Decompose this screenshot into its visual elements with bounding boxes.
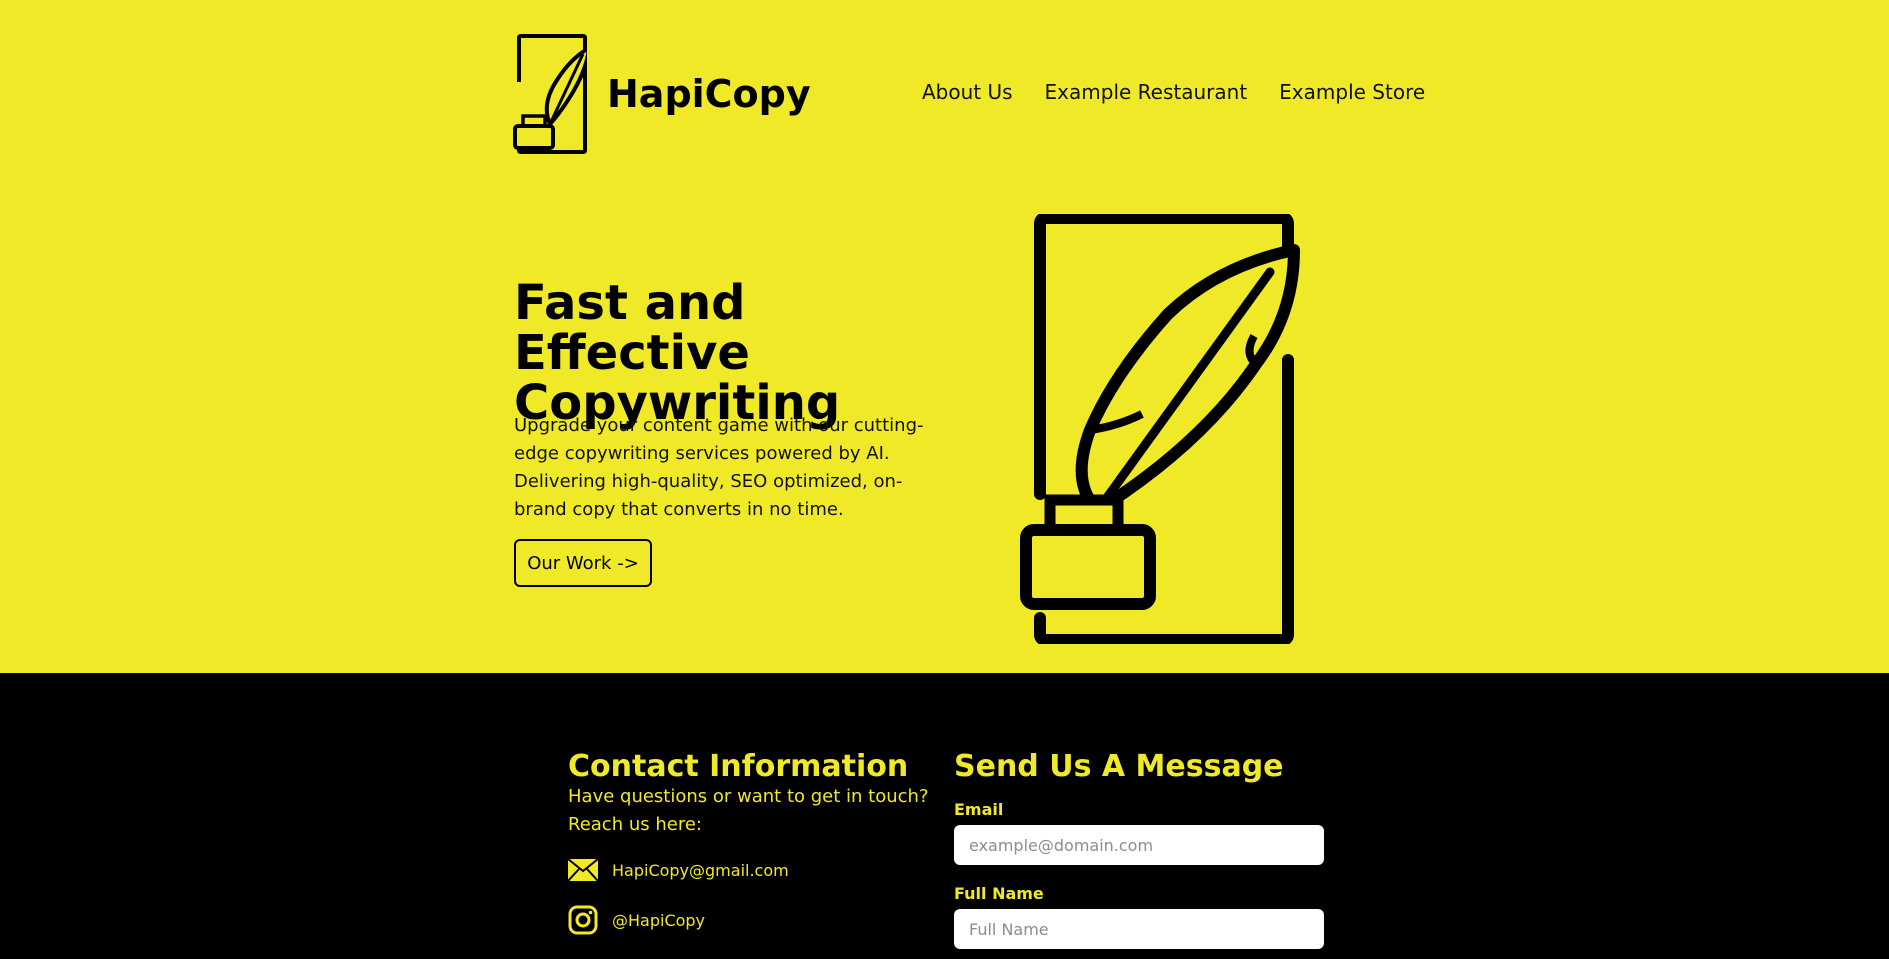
instagram-icon (568, 905, 598, 935)
our-work-button[interactable]: Our Work -> (514, 539, 652, 587)
hero-description: Upgrade your content game with our cutti… (514, 415, 924, 520)
contact-description: Have questions or want to get in touch? … (568, 786, 929, 835)
contact-instagram-row: @HapiCopy (568, 905, 705, 935)
nav-item-example-restaurant[interactable]: Example Restaurant (1045, 80, 1248, 104)
email-field[interactable] (954, 825, 1324, 865)
nav-item-about-us[interactable]: About Us (922, 80, 1013, 104)
contact-title: Contact Information (568, 749, 909, 784)
full-name-field[interactable] (954, 909, 1324, 949)
quill-logo-icon (513, 34, 587, 154)
full-name-label: Full Name (954, 884, 1044, 903)
envelope-icon (568, 859, 598, 881)
main-nav: About Us Example Restaurant Example Stor… (922, 80, 1425, 104)
brand-name: HapiCopy (607, 72, 811, 116)
contact-email-link[interactable]: HapiCopy@gmail.com (612, 861, 789, 880)
hero-section: HapiCopy About Us Example Restaurant Exa… (0, 0, 1889, 673)
brand-logo-link[interactable]: HapiCopy (513, 34, 811, 154)
send-message-title: Send Us A Message (954, 749, 1284, 784)
contact-email-row: HapiCopy@gmail.com (568, 859, 789, 881)
email-label: Email (954, 800, 1004, 819)
hero-title: Fast and Effective Copywriting (514, 275, 841, 431)
contact-instagram-link[interactable]: @HapiCopy (612, 911, 705, 930)
contact-footer: Contact Information Have questions or wa… (0, 673, 1889, 959)
nav-item-example-store[interactable]: Example Store (1279, 80, 1425, 104)
quill-and-inkwell-icon (1020, 214, 1300, 644)
